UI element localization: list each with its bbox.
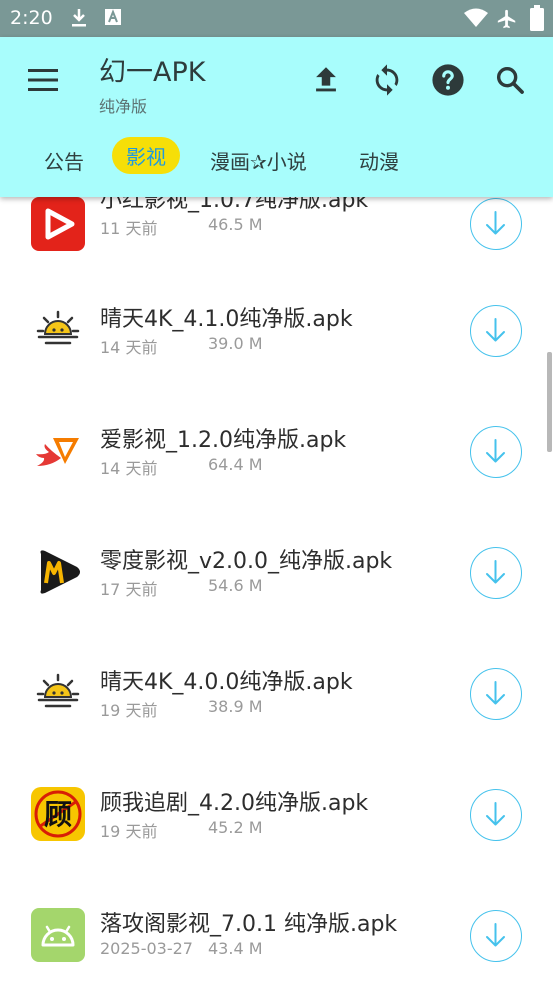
battery-icon xyxy=(530,5,544,35)
apk-date: 11 天前 xyxy=(100,219,158,238)
refresh-icon[interactable] xyxy=(370,63,404,97)
wifi-icon xyxy=(463,8,489,32)
upload-icon[interactable] xyxy=(309,63,343,97)
status-time: 2:20 xyxy=(10,7,53,29)
fire-heart-icon xyxy=(31,424,85,478)
apk-size: 64.4 M xyxy=(208,455,263,474)
apk-date: 17 天前 xyxy=(100,580,158,599)
apk-date: 14 天前 xyxy=(100,459,158,478)
apk-date: 19 天前 xyxy=(100,822,158,841)
download-button[interactable] xyxy=(470,789,522,841)
app-title: 幻一APK xyxy=(99,57,206,88)
app-subtitle: 纯净版 xyxy=(99,97,148,116)
apk-size: 45.2 M xyxy=(208,818,263,837)
apk-name: 爱影视_1.2.0纯净版.apk xyxy=(100,428,347,453)
download-button[interactable] xyxy=(470,426,522,478)
apk-date: 19 天前 xyxy=(100,701,158,720)
apk-date: 2025-03-27 xyxy=(100,939,193,958)
list-item[interactable]: 晴天4K_4.1.0纯净版.apk 14 天前 39.0 M xyxy=(0,281,553,402)
apk-size: 38.9 M xyxy=(208,697,263,716)
gu-char-icon: 顾 xyxy=(31,787,85,841)
download-button[interactable] xyxy=(470,547,522,599)
apk-name: 小红影视_1.0.7纯净版.apk xyxy=(100,197,369,213)
download-button[interactable] xyxy=(470,910,522,962)
apk-name: 晴天4K_4.1.0纯净版.apk xyxy=(100,307,353,332)
apk-list: 小红影视_1.0.7纯净版.apk 11 天前 46.5 M 晴天4K_4.1.… xyxy=(0,197,553,983)
m-play-icon xyxy=(31,545,85,599)
sunny-icon xyxy=(31,303,85,357)
menu-icon[interactable] xyxy=(28,69,58,91)
list-item[interactable]: 零度影视_v2.0.0_纯净版.apk 17 天前 54.6 M xyxy=(0,523,553,644)
list-item[interactable]: 顾 顾我追剧_4.2.0纯净版.apk 19 天前 45.2 M xyxy=(0,765,553,886)
svg-text:顾: 顾 xyxy=(44,798,72,831)
list-item[interactable]: 晴天4K_4.0.0纯净版.apk 19 天前 38.9 M xyxy=(0,644,553,765)
apk-size: 43.4 M xyxy=(208,939,263,958)
help-icon[interactable] xyxy=(431,63,465,97)
list-item[interactable]: 小红影视_1.0.7纯净版.apk 11 天前 46.5 M xyxy=(0,197,553,281)
apk-name: 顾我追剧_4.2.0纯净版.apk xyxy=(100,791,369,816)
scrollbar[interactable] xyxy=(547,352,552,452)
tab-video[interactable]: 影视 xyxy=(112,137,180,174)
apk-name: 晴天4K_4.0.0纯净版.apk xyxy=(100,670,353,695)
tab-announcement[interactable]: 公告 xyxy=(44,146,84,175)
apk-name: 落攻阁影视_7.0.1 纯净版.apk xyxy=(100,912,398,937)
download-button[interactable] xyxy=(470,305,522,357)
list-item[interactable]: 落攻阁影视_7.0.1 纯净版.apk 2025-03-27 43.4 M xyxy=(0,886,553,983)
airplane-icon xyxy=(496,8,518,34)
apk-size: 46.5 M xyxy=(208,215,263,234)
red-play-icon xyxy=(31,197,85,251)
tab-anime[interactable]: 动漫 xyxy=(359,146,399,175)
apk-name: 零度影视_v2.0.0_纯净版.apk xyxy=(100,549,393,574)
tab-bar: 公告 影视 漫画✰小说 动漫 xyxy=(0,133,553,185)
status-bar: 2:20 xyxy=(0,0,553,37)
apk-size: 54.6 M xyxy=(208,576,263,595)
search-icon[interactable] xyxy=(493,63,527,97)
app-notification-icon xyxy=(104,8,122,30)
apk-date: 14 天前 xyxy=(100,338,158,357)
download-button[interactable] xyxy=(470,668,522,720)
download-icon xyxy=(70,8,88,32)
list-item[interactable]: 爱影视_1.2.0纯净版.apk 14 天前 64.4 M xyxy=(0,402,553,523)
app-bar: 幻一APK 纯净版 公告 影视 漫画✰小说 动漫 xyxy=(0,37,553,197)
download-button[interactable] xyxy=(470,198,522,250)
tab-comic-novel[interactable]: 漫画✰小说 xyxy=(210,146,307,175)
apk-size: 39.0 M xyxy=(208,334,263,353)
sunny-icon xyxy=(31,666,85,720)
android-icon xyxy=(31,908,85,962)
